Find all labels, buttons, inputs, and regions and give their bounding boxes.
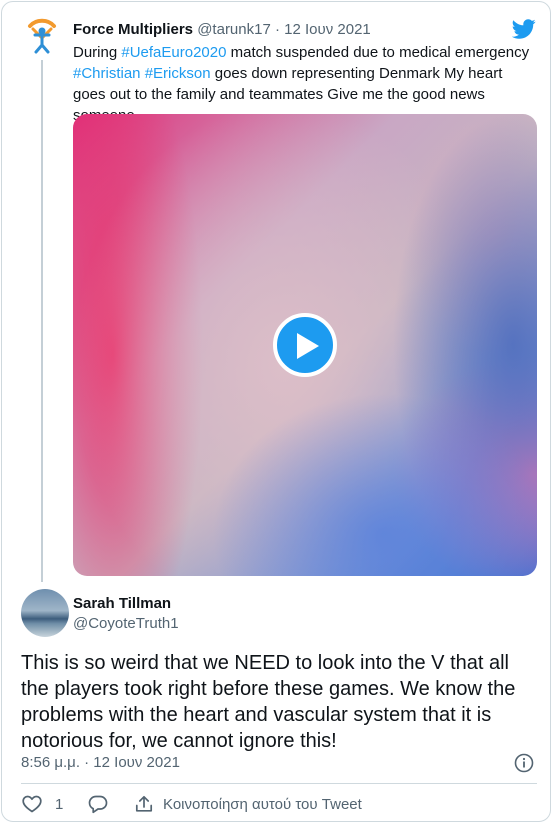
- hashtag-uefaeuro2020[interactable]: #UefaEuro2020: [121, 44, 226, 61]
- like-count: 1: [55, 795, 64, 813]
- hashtag-erickson[interactable]: #Erickson: [145, 65, 211, 82]
- play-icon: [297, 333, 319, 359]
- reply-author-name[interactable]: Sarah Tillman: [73, 595, 171, 613]
- force-multipliers-logo: [28, 18, 56, 54]
- hashtag-christian[interactable]: #Christian: [73, 65, 141, 82]
- like-button[interactable]: 1: [22, 794, 63, 814]
- share-button[interactable]: Κοινοποίηση αυτού του Tweet: [135, 794, 362, 814]
- parent-header: Force Multipliers @tarunk17 · 12 Ιουν 20…: [73, 20, 371, 40]
- parent-author-handle[interactable]: @tarunk17: [197, 21, 271, 38]
- header-separator: ·: [274, 21, 280, 38]
- reply-icon: [88, 795, 108, 813]
- thread-connector-line: [41, 60, 43, 582]
- info-icon[interactable]: [514, 753, 534, 773]
- embedded-tweet-card: Force Multipliers @tarunk17 · 12 Ιουν 20…: [1, 1, 551, 822]
- share-label: Κοινοποίηση αυτού του Tweet: [163, 795, 362, 813]
- text-segment: match suspended due to medical emergency: [226, 44, 530, 61]
- video-media[interactable]: [73, 114, 537, 576]
- reply-avatar[interactable]: [21, 589, 69, 637]
- parent-avatar[interactable]: [22, 16, 62, 56]
- twitter-bird-icon[interactable]: [511, 17, 536, 41]
- reply-button[interactable]: [88, 794, 108, 814]
- reply-tweet-text: This is so weird that we NEED to look in…: [21, 652, 516, 752]
- reply-author-handle[interactable]: @CoyoteTruth1: [73, 615, 179, 633]
- actions-divider: [21, 783, 537, 784]
- text-segment: During: [73, 44, 122, 61]
- parent-date[interactable]: 12 Ιουν 2021: [284, 21, 371, 38]
- parent-author-name[interactable]: Force Multipliers: [73, 21, 193, 38]
- heart-icon: [22, 795, 42, 813]
- reply-timestamp[interactable]: 8:56 μ.μ. · 12 Ιουν 2021: [21, 754, 180, 772]
- share-icon: [135, 795, 153, 812]
- play-button[interactable]: [273, 313, 337, 377]
